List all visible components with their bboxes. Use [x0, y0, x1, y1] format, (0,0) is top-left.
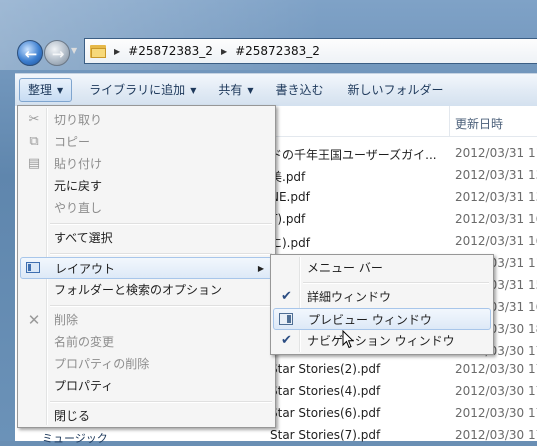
- address-bar[interactable]: ▶ #25872383_2 ▶ #25872383_2: [84, 38, 537, 64]
- share-label: 共有: [218, 83, 243, 97]
- menu-separator: [50, 223, 272, 225]
- menu-item-label: 元に戻す: [54, 179, 103, 193]
- command-bar: 整理 ▼ ライブラリに追加 ▼ 共有 ▼ 書き込む 新しいフォルダー: [15, 73, 537, 106]
- menu-item-label: プレビュー ウィンドウ: [308, 313, 432, 327]
- menu-item-copy[interactable]: ⧉ コピー: [20, 131, 273, 153]
- menu-item-delete[interactable]: ✕ 削除: [20, 309, 273, 331]
- menu-item-label: 閉じる: [54, 409, 91, 423]
- menu-separator: [50, 401, 272, 403]
- copy-icon: ⧉: [29, 134, 39, 149]
- menu-item-folder-options[interactable]: フォルダーと検索のオプション: [20, 279, 273, 301]
- arrow-left-icon: ←: [24, 45, 38, 63]
- burn-label: 書き込む: [275, 83, 324, 97]
- file-row-name[interactable]: ドの千年王国ユーザーズガイ...: [270, 146, 448, 163]
- column-header-date[interactable]: 更新日時: [455, 115, 503, 132]
- menu-item-label: レイアウト: [55, 262, 116, 276]
- menu-item-label: ナビゲーション ウィンドウ: [307, 334, 455, 348]
- submenu-arrow-icon: ▶: [257, 264, 264, 273]
- breadcrumb-item[interactable]: #25872383_2: [128, 44, 213, 58]
- menu-item-remove-properties[interactable]: プロパティの削除: [20, 353, 273, 375]
- file-row-name[interactable]: T).pdf: [270, 212, 448, 226]
- breadcrumb-item[interactable]: #25872383_2: [235, 44, 320, 58]
- file-row-name[interactable]: Star Stories(6).pdf: [270, 406, 448, 420]
- file-row-date: 2012/03/31 13: [455, 168, 537, 182]
- menu-item-label: 切り取り: [54, 113, 103, 127]
- menu-item-rename[interactable]: 名前の変更: [20, 331, 273, 353]
- menu-item-label: 名前の変更: [54, 335, 115, 349]
- menu-item-undo[interactable]: 元に戻す: [20, 175, 273, 197]
- add-to-library-button[interactable]: ライブラリに追加 ▼: [80, 79, 205, 101]
- back-button[interactable]: ←: [17, 40, 43, 66]
- new-folder-button[interactable]: 新しいフォルダー: [339, 79, 453, 101]
- column-divider[interactable]: [449, 106, 450, 136]
- chevron-down-icon: ▼: [247, 86, 254, 95]
- delete-x-icon: ✕: [27, 311, 41, 329]
- add-to-library-label: ライブラリに追加: [89, 83, 186, 97]
- menu-item-cut[interactable]: ✂ 切り取り: [20, 109, 273, 131]
- menu-item-label: フォルダーと検索のオプション: [54, 283, 223, 297]
- chevron-down-icon: ▼: [57, 86, 64, 95]
- organize-label: 整理: [28, 83, 53, 97]
- share-button[interactable]: 共有 ▼: [209, 79, 262, 101]
- menu-separator: [50, 305, 272, 307]
- file-row-date: 2012/03/31 11: [455, 146, 537, 160]
- menu-item-label: コピー: [54, 135, 91, 149]
- file-row-name[interactable]: 美.pdf: [270, 168, 448, 185]
- scissors-icon: ✂: [28, 112, 40, 127]
- menu-separator: [50, 253, 272, 255]
- file-row-name[interactable]: NE.pdf: [270, 190, 448, 204]
- layout-submenu: メニュー バー ✔ 詳細ウィンドウ プレビュー ウィンドウ ✔ ナビゲーション …: [270, 254, 494, 355]
- file-row-name[interactable]: Star Stories(4).pdf: [270, 384, 448, 398]
- mouse-cursor-icon: [342, 330, 354, 349]
- breadcrumb-chevron-icon[interactable]: ▶: [221, 47, 227, 56]
- menu-item-select-all[interactable]: すべて選択: [20, 227, 273, 249]
- organize-menu: ✂ 切り取り ⧉ コピー ▤ 貼り付け 元に戻す やり直し すべて選択 レイアウ…: [17, 105, 276, 428]
- breadcrumb-chevron-icon[interactable]: ▶: [114, 47, 120, 56]
- menu-item-label: すべて選択: [54, 231, 113, 245]
- file-row-name[interactable]: Star Stories(7).pdf: [270, 428, 448, 442]
- menu-item-label: プロパティの削除: [54, 357, 150, 371]
- menu-item-properties[interactable]: プロパティ: [20, 375, 273, 397]
- menu-item-redo[interactable]: やり直し: [20, 197, 273, 219]
- file-row-date: 2012/03/31 16: [455, 212, 537, 226]
- chevron-down-icon: ▼: [190, 86, 197, 95]
- arrow-right-icon: →: [51, 45, 65, 63]
- menu-item-label: 削除: [54, 313, 79, 327]
- submenu-item-preview-pane[interactable]: プレビュー ウィンドウ: [273, 308, 491, 330]
- file-row-date: 2012/03/30 17: [455, 362, 537, 376]
- layout-icon: [26, 262, 40, 273]
- menu-item-label: プロパティ: [54, 379, 114, 393]
- menu-item-layout[interactable]: レイアウト ▶: [20, 257, 273, 279]
- submenu-item-navigation-pane[interactable]: ✔ ナビゲーション ウィンドウ: [273, 330, 491, 352]
- file-row-name[interactable]: Star Stories(2).pdf: [270, 362, 448, 376]
- folder-icon: [90, 44, 106, 58]
- clipboard-icon: ▤: [27, 156, 41, 171]
- file-row-date: 2012/03/30 17: [455, 428, 537, 442]
- file-row-date: 2012/03/31 13: [455, 190, 537, 204]
- menu-item-label: 詳細ウィンドウ: [307, 290, 392, 304]
- file-row-date: 2012/03/30 17: [455, 384, 537, 398]
- file-row-name[interactable]: に).pdf: [270, 234, 448, 251]
- menu-item-paste[interactable]: ▤ 貼り付け: [20, 153, 273, 175]
- menu-item-label: メニュー バー: [307, 261, 383, 275]
- menu-item-label: 貼り付け: [54, 157, 103, 171]
- file-row-date: 2012/03/31 16: [455, 234, 537, 248]
- menu-item-close[interactable]: 閉じる: [20, 405, 273, 427]
- preview-pane-icon: [279, 313, 293, 325]
- file-row-date: 2012/03/30 17: [455, 406, 537, 420]
- nav-pane-item-music[interactable]: ミュージック: [42, 430, 108, 446]
- checkmark-icon: ✔: [281, 289, 292, 304]
- submenu-item-menu-bar[interactable]: メニュー バー: [273, 257, 491, 279]
- menu-separator: [303, 282, 489, 284]
- organize-button[interactable]: 整理 ▼: [19, 78, 73, 102]
- checkmark-icon: ✔: [281, 333, 292, 348]
- burn-button[interactable]: 書き込む: [267, 79, 333, 101]
- recent-pages-button[interactable]: ▼: [71, 46, 77, 55]
- forward-button[interactable]: →: [44, 40, 70, 66]
- menu-item-label: やり直し: [54, 201, 103, 215]
- new-folder-label: 新しいフォルダー: [347, 83, 444, 97]
- submenu-item-details-pane[interactable]: ✔ 詳細ウィンドウ: [273, 286, 491, 308]
